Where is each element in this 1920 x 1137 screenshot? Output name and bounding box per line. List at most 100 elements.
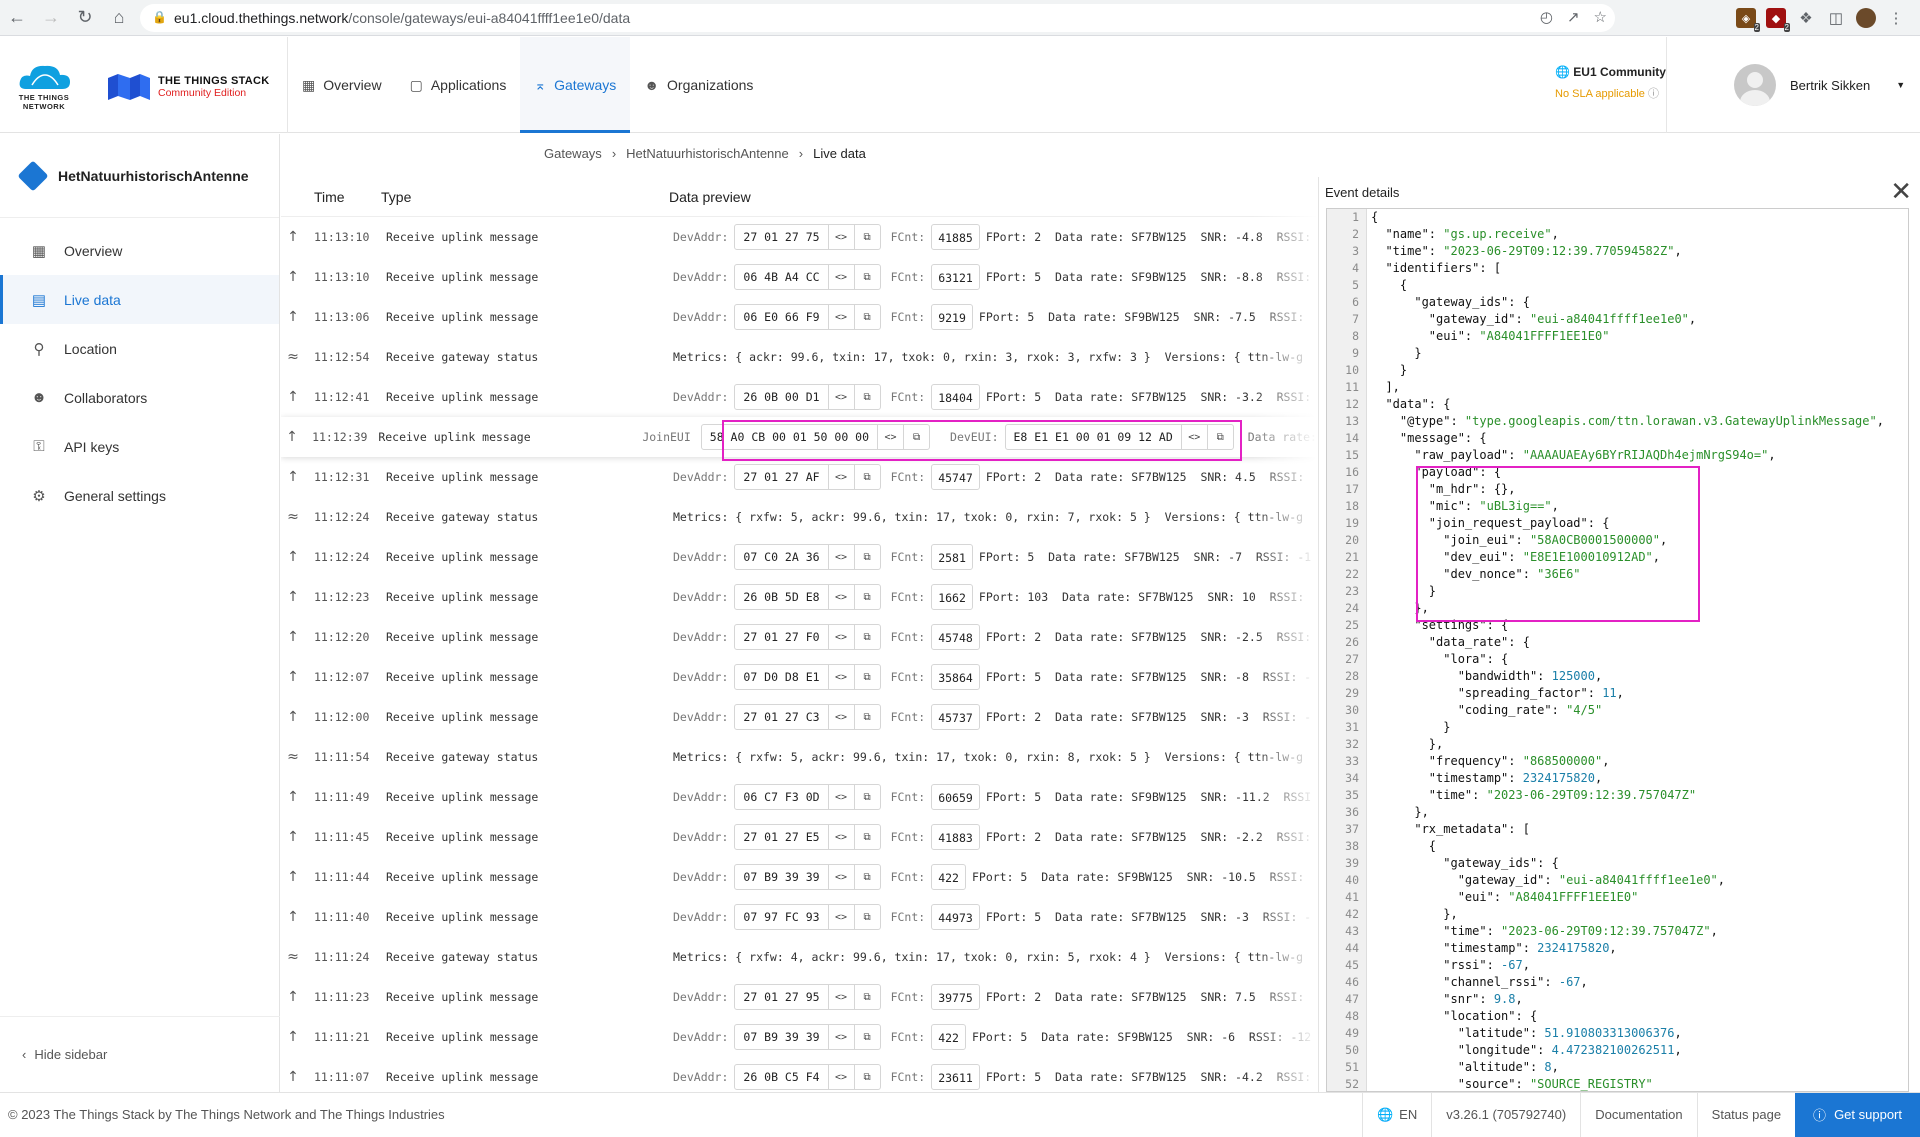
toggle-format-icon[interactable]: <> bbox=[827, 665, 854, 689]
documentation-link[interactable]: Documentation bbox=[1580, 1092, 1696, 1137]
code-line: "bandwidth": 125000, bbox=[1371, 669, 1603, 683]
profile-avatar[interactable] bbox=[1856, 8, 1876, 28]
cluster-selector[interactable]: 🌐 EU1 Community No SLA applicable ⓘ bbox=[1555, 65, 1705, 101]
copy-icon[interactable]: ⧉ bbox=[853, 865, 880, 889]
sidebar-item-collaborators[interactable]: ☻ Collaborators bbox=[0, 373, 279, 422]
table-row[interactable]: ↑ 11:11:23 Receive uplink message DevAddr: 2… bbox=[281, 977, 1317, 1017]
table-row[interactable]: ↑ 11:12:07 Receive uplink message DevAddr: 0… bbox=[281, 657, 1317, 697]
table-row[interactable]: ↑ 11:12:20 Receive uplink message DevAddr: 2… bbox=[281, 617, 1317, 657]
arrow-up-icon: ↑ bbox=[287, 789, 299, 805]
copy-icon[interactable]: ⧉ bbox=[853, 305, 880, 329]
nav-gateways[interactable]: ⌅ Gateways bbox=[520, 37, 631, 133]
back-icon[interactable]: ← bbox=[0, 0, 34, 36]
copy-icon[interactable]: ⧉ bbox=[853, 225, 880, 249]
toggle-format-icon[interactable]: <> bbox=[827, 385, 854, 409]
fcnt-value: 422 bbox=[931, 864, 966, 890]
toggle-format-icon[interactable]: <> bbox=[827, 705, 854, 729]
sidebar-item-location[interactable]: ⚲ Location bbox=[0, 324, 279, 373]
toggle-format-icon[interactable]: <> bbox=[827, 985, 854, 1009]
stack-logo[interactable]: THE THINGS STACK Community Edition bbox=[108, 67, 270, 107]
copy-icon[interactable]: ⧉ bbox=[853, 1025, 880, 1049]
table-row[interactable]: ↑ 11:13:06 Receive uplink message DevAddr: 0… bbox=[281, 297, 1317, 337]
nav-organizations[interactable]: ☻ Organizations bbox=[630, 37, 767, 133]
toggle-format-icon[interactable]: <> bbox=[827, 225, 854, 249]
table-row[interactable]: ≈11:11:54 Receive gateway status Metrics: … bbox=[281, 737, 1317, 777]
table-row[interactable]: ≈11:12:24 Receive gateway status Metrics: … bbox=[281, 497, 1317, 537]
copy-icon[interactable]: ⧉ bbox=[853, 465, 880, 489]
copy-icon[interactable]: ⧉ bbox=[853, 265, 880, 289]
nav-overview[interactable]: ▦ Overview bbox=[288, 37, 396, 133]
copy-icon[interactable]: ⧉ bbox=[853, 985, 880, 1009]
json-viewer[interactable]: 1 2 3 4 5 6 7 8 9 10 11 12 13 14 15 16 17 18 19 20 21 22 23 24 2… bbox=[1326, 208, 1909, 1092]
home-icon[interactable]: ⌂ bbox=[102, 0, 136, 36]
copy-icon[interactable]: ⧉ bbox=[853, 665, 880, 689]
help-icon[interactable]: ⓘ bbox=[1648, 88, 1659, 100]
bookmark-star-icon[interactable]: ☆ bbox=[1594, 8, 1607, 26]
toggle-format-icon[interactable]: <> bbox=[827, 785, 854, 809]
status-page-link[interactable]: Status page bbox=[1696, 1092, 1795, 1137]
toggle-format-icon[interactable]: <> bbox=[827, 1065, 854, 1089]
toggle-format-icon[interactable]: <> bbox=[827, 545, 854, 569]
copy-icon[interactable]: ⧉ bbox=[853, 1065, 880, 1089]
table-row[interactable]: ↑ 11:12:24 Receive uplink message DevAddr: 0… bbox=[281, 537, 1317, 577]
performance-icon[interactable]: ◴ bbox=[1540, 8, 1553, 26]
reload-icon[interactable]: ↻ bbox=[68, 0, 102, 36]
devaddr-value: 27 01 27 AF <> ⧉ bbox=[734, 464, 881, 490]
table-row[interactable]: ↑ 11:12:31 Receive uplink message DevAddr: 2… bbox=[281, 457, 1317, 497]
table-row[interactable]: ↑ 11:11:44 Receive uplink message DevAddr: 0… bbox=[281, 857, 1317, 897]
row-preview: DevAddr: 27 01 27 75 <> ⧉ FCnt: 41885 FPort: 2… bbox=[673, 224, 1311, 250]
copy-icon[interactable]: ⧉ bbox=[853, 905, 880, 929]
sidebar-item-general-settings[interactable]: ⚙ General settings bbox=[0, 471, 279, 520]
table-row[interactable]: ↑ 11:11:45 Receive uplink message DevAddr: 2… bbox=[281, 817, 1317, 857]
code-line: "latitude": 51.910803313006376, bbox=[1371, 1026, 1682, 1040]
address-bar[interactable]: 🔒 eu1.cloud.thethings.network/console/ga… bbox=[140, 4, 1615, 32]
table-row[interactable]: ↑ 11:11:21 Receive uplink message DevAddr: 0… bbox=[281, 1017, 1317, 1057]
toggle-format-icon[interactable]: <> bbox=[827, 265, 854, 289]
table-row[interactable]: ↑ 11:12:41 Receive uplink message DevAddr: 2… bbox=[281, 377, 1317, 417]
copy-icon[interactable]: ⧉ bbox=[853, 585, 880, 609]
sidebar-item-api-keys[interactable]: ⚿ API keys bbox=[0, 422, 279, 471]
breadcrumb-gateway[interactable]: HetNatuurhistorischAntenne bbox=[626, 146, 789, 161]
copy-icon[interactable]: ⧉ bbox=[853, 625, 880, 649]
copy-icon[interactable]: ⧉ bbox=[853, 785, 880, 809]
sidepanel-icon[interactable]: ◫ bbox=[1826, 8, 1846, 28]
nav-applications[interactable]: ▢ Applications bbox=[396, 37, 521, 133]
language-selector[interactable]: 🌐 EN bbox=[1361, 1092, 1431, 1137]
close-icon[interactable]: ✕ bbox=[1890, 177, 1912, 207]
sidebar-item-live-data[interactable]: ▤ Live data bbox=[0, 275, 279, 324]
line-number: 26 bbox=[1345, 635, 1359, 649]
table-row[interactable]: ↑ 11:13:10 Receive uplink message DevAddr: 2… bbox=[281, 217, 1317, 257]
table-row[interactable]: ↑ 11:12:23 Receive uplink message DevAddr: 2… bbox=[281, 577, 1317, 617]
breadcrumb-gateways[interactable]: Gateways bbox=[544, 146, 602, 161]
ttn-logo[interactable]: THE THINGS NETWORK bbox=[14, 61, 74, 113]
table-row[interactable]: ↑ 11:13:10 Receive uplink message DevAddr: 0… bbox=[281, 257, 1317, 297]
table-row[interactable]: ↑ 11:11:49 Receive uplink message DevAddr: 0… bbox=[281, 777, 1317, 817]
table-row[interactable]: ↑ 11:11:40 Receive uplink message DevAddr: 0… bbox=[281, 897, 1317, 937]
toggle-format-icon[interactable]: <> bbox=[827, 625, 854, 649]
extension-badge-icon[interactable]: ◈ 2 bbox=[1736, 8, 1760, 32]
get-support-button[interactable]: ⓘ Get support bbox=[1795, 1092, 1920, 1137]
toggle-format-icon[interactable]: <> bbox=[827, 825, 854, 849]
toggle-format-icon[interactable]: <> bbox=[827, 305, 854, 329]
table-row[interactable]: ↑ 11:11:07 Receive uplink message DevAddr: 2… bbox=[281, 1057, 1317, 1092]
copy-icon[interactable]: ⧉ bbox=[853, 825, 880, 849]
toggle-format-icon[interactable]: <> bbox=[827, 905, 854, 929]
table-row[interactable]: ≈11:11:24 Receive gateway status Metrics: … bbox=[281, 937, 1317, 977]
copy-icon[interactable]: ⧉ bbox=[853, 545, 880, 569]
toggle-format-icon[interactable]: <> bbox=[827, 1025, 854, 1049]
share-icon[interactable]: ↗ bbox=[1567, 8, 1580, 26]
table-row[interactable]: ≈11:12:54 Receive gateway status Metrics: … bbox=[281, 337, 1317, 377]
sidebar-item-overview[interactable]: ▦ Overview bbox=[0, 226, 279, 275]
toggle-format-icon[interactable]: <> bbox=[827, 865, 854, 889]
puzzle-icon[interactable]: ❖ bbox=[1796, 8, 1816, 28]
ublock-icon[interactable]: ◆ 2 bbox=[1766, 8, 1790, 32]
forward-icon[interactable]: → bbox=[34, 0, 68, 36]
copy-icon[interactable]: ⧉ bbox=[853, 705, 880, 729]
toggle-format-icon[interactable]: <> bbox=[827, 465, 854, 489]
toggle-format-icon[interactable]: <> bbox=[827, 585, 854, 609]
menu-kebab-icon[interactable]: ⋮ bbox=[1886, 8, 1906, 28]
user-menu[interactable]: Bertrik Sikken ▼ bbox=[1710, 37, 1905, 133]
copy-icon[interactable]: ⧉ bbox=[853, 385, 880, 409]
table-row[interactable]: ↑ 11:12:00 Receive uplink message DevAddr: 2… bbox=[281, 697, 1317, 737]
hide-sidebar-button[interactable]: ‹ Hide sidebar bbox=[0, 1016, 280, 1092]
